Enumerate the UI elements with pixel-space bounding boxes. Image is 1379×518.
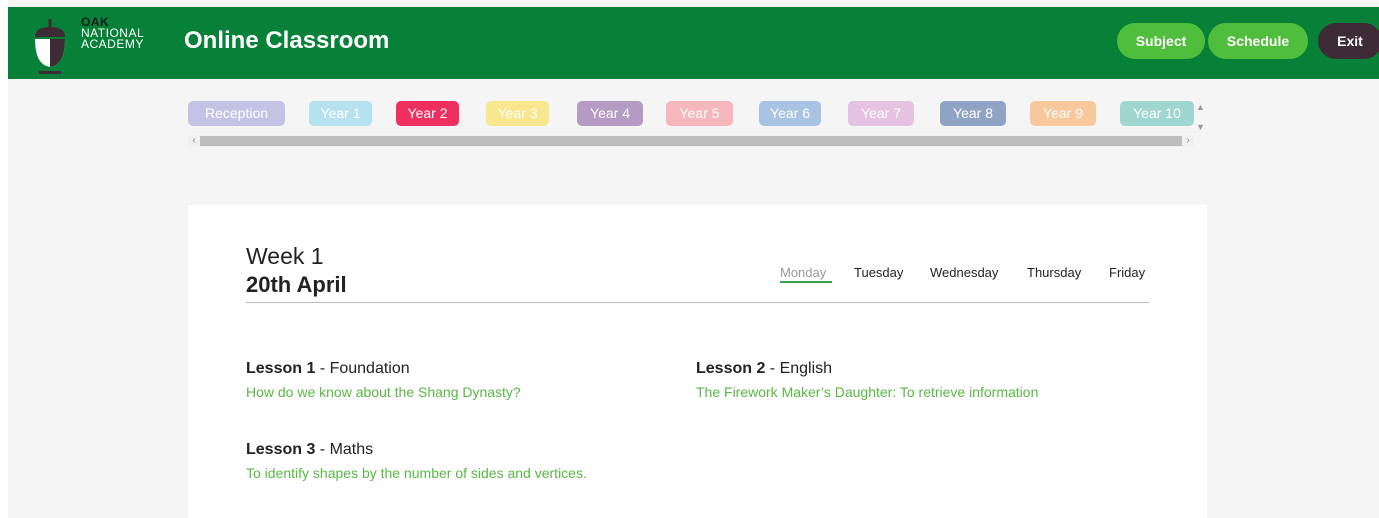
brand-logo-text: OAK NATIONAL ACADEMY — [81, 16, 144, 51]
lesson-subject: - Foundation — [315, 360, 410, 377]
page-edge — [0, 0, 8, 518]
day-tab-monday[interactable]: Monday — [780, 265, 826, 280]
year-tab-year-10[interactable]: Year 10 — [1120, 101, 1194, 126]
schedule-panel: Week 1 20th April Monday Tuesday Wednesd… — [188, 205, 1207, 518]
subject-button[interactable]: Subject — [1117, 23, 1205, 59]
top-bar: OAK NATIONAL ACADEMY Online Classroom Su… — [8, 7, 1379, 79]
year-tab-year-7[interactable]: Year 7 — [848, 101, 914, 126]
schedule-button[interactable]: Schedule — [1208, 23, 1308, 59]
year-tab-year-2[interactable]: Year 2 — [396, 101, 459, 126]
lesson-subject: - English — [765, 360, 833, 377]
scroll-up-arrow-icon[interactable]: ▲ — [1194, 100, 1207, 114]
acorn-icon[interactable] — [32, 17, 68, 75]
day-tab-wednesday[interactable]: Wednesday — [930, 265, 998, 280]
lesson-card-3: Lesson 3 - Maths To identify shapes by t… — [246, 441, 587, 481]
horizontal-scrollbar[interactable]: ‹ › — [188, 135, 1194, 147]
day-tab-friday[interactable]: Friday — [1109, 265, 1145, 280]
date-label: 20th April — [246, 272, 347, 297]
lesson-link[interactable]: How do we know about the Shang Dynasty? — [246, 384, 521, 400]
scroll-right-arrow-icon[interactable]: › — [1182, 135, 1194, 147]
year-tab-reception[interactable]: Reception — [188, 101, 285, 126]
lesson-link[interactable]: The Firework Maker’s Daughter: To retrie… — [696, 384, 1038, 400]
year-tab-year-5[interactable]: Year 5 — [666, 101, 733, 126]
lesson-link[interactable]: To identify shapes by the number of side… — [246, 465, 587, 481]
year-tab-year-6[interactable]: Year 6 — [759, 101, 821, 126]
brand-line-academy: ACADEMY — [81, 37, 144, 51]
day-tab-thursday[interactable]: Thursday — [1027, 265, 1081, 280]
year-tab-year-4[interactable]: Year 4 — [577, 101, 643, 126]
lesson-number: Lesson 2 — [696, 360, 766, 377]
year-tab-year-1[interactable]: Year 1 — [309, 101, 372, 126]
lesson-heading: Lesson 2 - English — [696, 360, 1038, 378]
lesson-number: Lesson 1 — [246, 360, 316, 377]
exit-button[interactable]: Exit — [1318, 23, 1379, 59]
lesson-card-2: Lesson 2 - English The Firework Maker’s … — [696, 360, 1038, 400]
scroll-down-arrow-icon[interactable]: ▼ — [1194, 120, 1207, 134]
scroll-left-arrow-icon[interactable]: ‹ — [188, 135, 200, 147]
year-tabs-bar: Reception Year 1 Year 2 Year 3 Year 4 Year 5 Y… — [188, 100, 1207, 148]
active-day-indicator — [780, 281, 832, 283]
week-label: Week 1 — [246, 243, 324, 269]
lesson-heading: Lesson 3 - Maths — [246, 441, 587, 459]
divider — [246, 302, 1149, 303]
scrollbar-thumb[interactable] — [200, 136, 1182, 146]
year-tab-year-9[interactable]: Year 9 — [1030, 101, 1096, 126]
lesson-heading: Lesson 1 - Foundation — [246, 360, 521, 378]
year-tab-year-8[interactable]: Year 8 — [940, 101, 1006, 126]
lesson-subject: - Maths — [315, 441, 374, 458]
year-tab-year-3[interactable]: Year 3 — [486, 101, 549, 126]
day-tab-tuesday[interactable]: Tuesday — [854, 265, 903, 280]
lesson-number: Lesson 3 — [246, 441, 316, 458]
page-title: Online Classroom — [184, 27, 390, 54]
lesson-card-1: Lesson 1 - Foundation How do we know abo… — [246, 360, 521, 400]
